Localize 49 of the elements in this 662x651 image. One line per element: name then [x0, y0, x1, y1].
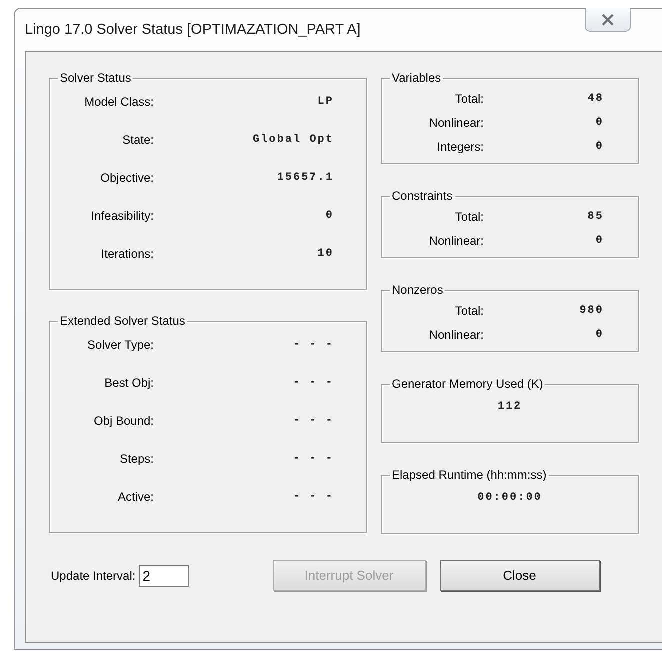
- close-button[interactable]: [585, 8, 631, 32]
- field-label: Total:: [454, 304, 484, 318]
- field-value: 85: [586, 211, 604, 223]
- field-label: Total:: [454, 92, 484, 106]
- field-value: 15657.1: [276, 172, 334, 184]
- field-value: 0: [594, 141, 604, 153]
- field-value: LP: [316, 96, 334, 108]
- field-value: Global Opt: [252, 134, 334, 146]
- field-value: 00:00:00: [476, 492, 544, 504]
- field-value: 112: [496, 401, 524, 413]
- group-title: Constraints: [391, 189, 454, 203]
- field-label: Nonlinear:: [428, 234, 484, 248]
- field-label: Nonlinear:: [428, 328, 484, 342]
- group-title: Elapsed Runtime (hh:mm:ss): [391, 468, 548, 482]
- field-label: State:: [122, 132, 154, 146]
- field-value: 48: [586, 93, 604, 105]
- field-label: Solver Type:: [86, 338, 154, 352]
- field-label: Active:: [116, 490, 154, 504]
- field-value: 0: [594, 329, 604, 341]
- group-title: Solver Status: [59, 71, 132, 85]
- field-label: Best Obj:: [104, 376, 154, 390]
- group-title: Generator Memory Used (K): [391, 377, 544, 391]
- field-label: Obj Bound:: [92, 414, 154, 428]
- field-value: - - -: [292, 414, 334, 426]
- group-title: Extended Solver Status: [59, 314, 186, 328]
- field-label: Iterations:: [100, 246, 154, 260]
- group-title: Nonzeros: [391, 283, 444, 297]
- field-value: 980: [578, 305, 604, 317]
- field-label: Infeasibility:: [90, 208, 154, 222]
- field-label: Steps:: [118, 452, 154, 466]
- field-label: Objective:: [100, 170, 154, 184]
- update-interval-field[interactable]: 2: [138, 564, 189, 586]
- field-value: - - -: [292, 490, 334, 502]
- field-value: - - -: [292, 338, 334, 350]
- update-interval-label: Update Interval:: [51, 568, 136, 582]
- field-label: Model Class:: [84, 94, 154, 108]
- field-value: 0: [594, 117, 604, 129]
- window-title: Lingo 17.0 Solver Status [OPTIMAZATION_PART A]: [25, 22, 361, 38]
- field-label: Total:: [454, 210, 484, 224]
- field-value: - - -: [292, 452, 334, 464]
- close-icon: [601, 14, 615, 26]
- field-value: 0: [594, 235, 604, 247]
- field-value: 10: [316, 248, 334, 260]
- close-dialog-button[interactable]: Close: [440, 560, 600, 591]
- field-label: Nonlinear:: [428, 116, 484, 130]
- group-title: Variables: [391, 71, 442, 85]
- field-value: 0: [324, 210, 334, 222]
- field-value: - - -: [292, 376, 334, 388]
- field-label: Integers:: [436, 140, 484, 154]
